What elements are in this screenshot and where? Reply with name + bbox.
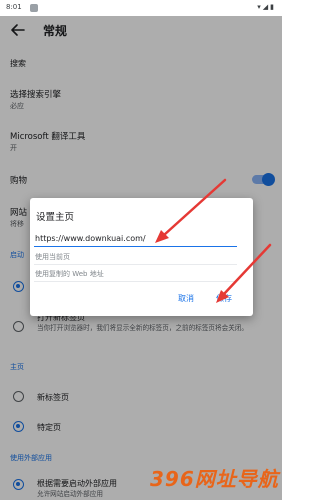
save-button[interactable]: 保存	[216, 293, 232, 304]
cancel-button[interactable]: 取消	[178, 293, 194, 304]
option-divider	[34, 264, 237, 265]
status-indicators: ▾◢▮	[257, 3, 276, 11]
set-homepage-dialog: 设置主页 使用当前页 使用复制的 Web 地址 取消 保存	[30, 198, 253, 316]
notification-icon	[30, 4, 38, 12]
use-current-page-option[interactable]: 使用当前页	[35, 252, 70, 262]
use-copied-url-option[interactable]: 使用复制的 Web 地址	[35, 269, 104, 279]
status-bar: 8:01 ▾◢▮	[0, 0, 282, 16]
status-time: 8:01	[6, 3, 22, 11]
homepage-url-input[interactable]	[34, 231, 237, 247]
site-watermark: 396网址导航	[150, 467, 279, 491]
dialog-title: 设置主页	[36, 212, 75, 223]
option-divider	[34, 281, 237, 282]
